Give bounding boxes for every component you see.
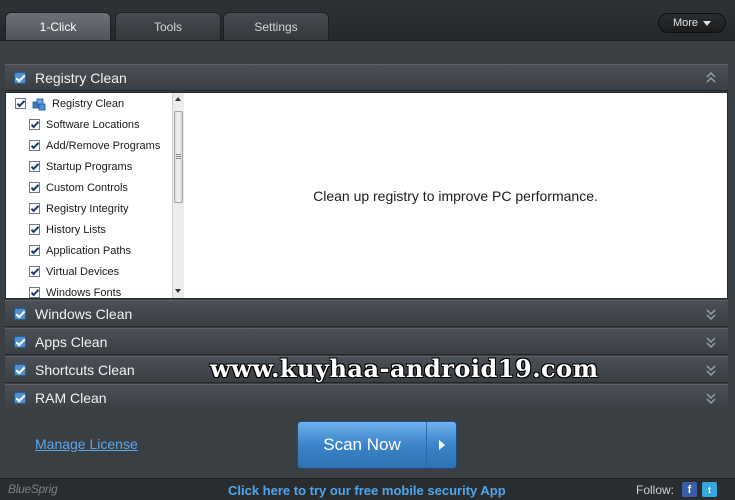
section-windows-clean[interactable]: Windows Clean (5, 300, 728, 327)
section-apps-clean[interactable]: Apps Clean (5, 328, 728, 355)
tree-checkbox[interactable] (29, 266, 40, 277)
brand-logo: BlueSprig (8, 482, 58, 496)
more-label: More (672, 17, 699, 29)
tree-checkbox[interactable] (29, 182, 40, 193)
top-bar: 1-Click Tools Settings More (0, 0, 735, 41)
tree-item-label: Windows Fonts (46, 286, 122, 299)
scroll-thumb[interactable] (174, 111, 183, 203)
tree-item-label: Add/Remove Programs (46, 139, 161, 152)
section-ram-clean[interactable]: RAM Clean (5, 384, 728, 411)
scroll-up-icon[interactable] (175, 97, 181, 101)
tree-scrollbar[interactable] (172, 93, 184, 298)
registry-clean-checkbox[interactable] (14, 71, 26, 84)
tree-checkbox[interactable] (29, 245, 40, 256)
section-label: Registry Clean (35, 69, 127, 86)
tree-item[interactable]: Software Locations (6, 114, 172, 135)
tree-root-label: Registry Clean (52, 97, 125, 110)
scroll-down-icon[interactable] (175, 289, 181, 293)
tree-item[interactable]: Startup Programs (6, 156, 172, 177)
mobile-app-promo-link[interactable]: Click here to try our free mobile securi… (228, 483, 506, 498)
shortcuts-clean-checkbox[interactable] (14, 363, 26, 376)
tab-settings[interactable]: Settings (223, 12, 329, 40)
tree-item-label: Virtual Devices (46, 265, 120, 278)
facebook-icon[interactable]: f (682, 482, 697, 497)
registry-icon (32, 98, 46, 110)
chevron-down-icon[interactable] (706, 363, 716, 377)
play-arrow-icon (438, 440, 445, 450)
follow-label: Follow: (636, 483, 675, 497)
tree-checkbox[interactable] (29, 287, 40, 298)
tree-checkbox[interactable] (29, 161, 40, 172)
tree-item[interactable]: History Lists (6, 219, 172, 240)
tree-checkbox[interactable] (15, 98, 26, 109)
scan-now-button[interactable]: Scan Now (297, 421, 457, 469)
chevron-down-icon[interactable] (706, 335, 716, 349)
chevron-up-icon[interactable] (706, 71, 716, 85)
section-shortcuts-clean[interactable]: Shortcuts Clean (5, 356, 728, 383)
tree-item-label: Startup Programs (46, 160, 133, 173)
apps-clean-checkbox[interactable] (14, 335, 26, 348)
scan-now-label: Scan Now (298, 422, 427, 468)
registry-tree: Registry Clean Software Locations Add/Re… (6, 93, 172, 298)
tree-item[interactable]: Windows Fonts (6, 282, 172, 298)
ram-clean-checkbox[interactable] (14, 391, 26, 404)
tree-item[interactable]: Custom Controls (6, 177, 172, 198)
tree-checkbox[interactable] (29, 140, 40, 151)
section-label: Shortcuts Clean (35, 361, 135, 378)
tab-1-click[interactable]: 1-Click (5, 12, 111, 40)
section-label: RAM Clean (35, 389, 107, 406)
manage-license-link[interactable]: Manage License (35, 436, 138, 452)
section-label: Apps Clean (35, 333, 108, 350)
section-registry-clean[interactable]: Registry Clean (5, 64, 728, 91)
tree-checkbox[interactable] (29, 119, 40, 130)
tree-item-label: Custom Controls (46, 181, 128, 194)
tree-item-label: Application Paths (46, 244, 131, 257)
tree-checkbox[interactable] (29, 203, 40, 214)
tree-item[interactable]: Registry Integrity (6, 198, 172, 219)
scan-options-arrow[interactable] (427, 422, 456, 468)
chevron-down-icon[interactable] (706, 307, 716, 321)
windows-clean-checkbox[interactable] (14, 307, 26, 320)
action-area: Manage License Scan Now (0, 410, 735, 478)
section-label: Windows Clean (35, 305, 133, 322)
section-description: Clean up registry to improve PC performa… (313, 187, 598, 204)
tree-item[interactable]: Application Paths (6, 240, 172, 261)
caret-down-icon (703, 20, 712, 26)
registry-panel: Registry Clean Software Locations Add/Re… (5, 92, 728, 299)
more-button[interactable]: More (658, 13, 726, 33)
tree-root[interactable]: Registry Clean (6, 93, 172, 114)
tree-item-label: Registry Integrity (46, 202, 129, 215)
footer: BlueSprig Click here to try our free mob… (0, 478, 735, 500)
tree-item[interactable]: Virtual Devices (6, 261, 172, 282)
tree-item-label: History Lists (46, 223, 106, 236)
twitter-icon[interactable]: t (702, 482, 717, 497)
tab-tools[interactable]: Tools (115, 12, 221, 40)
tree-item[interactable]: Add/Remove Programs (6, 135, 172, 156)
tree-checkbox[interactable] (29, 224, 40, 235)
tree-item-label: Software Locations (46, 118, 140, 131)
chevron-down-icon[interactable] (706, 391, 716, 405)
